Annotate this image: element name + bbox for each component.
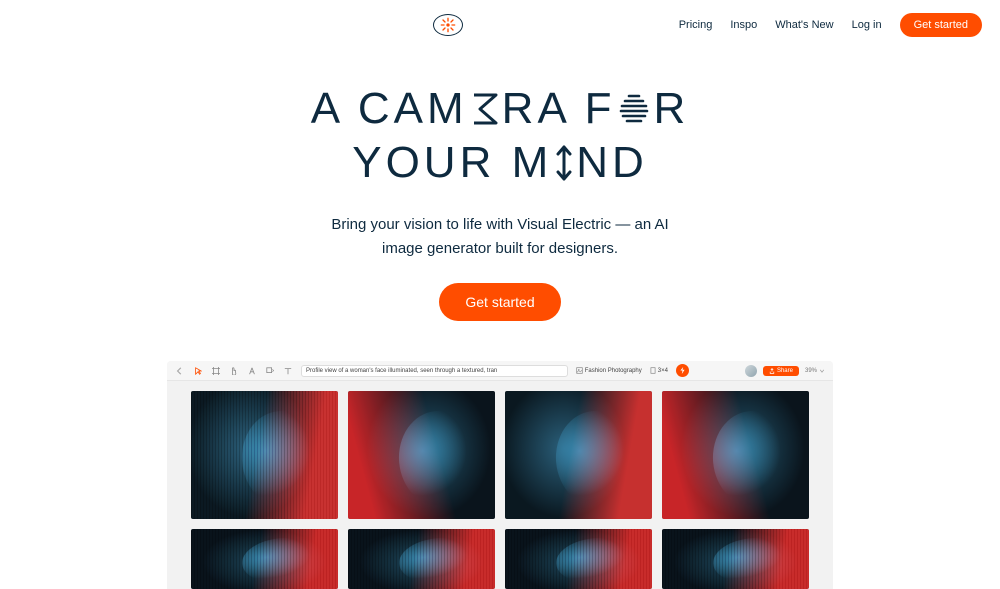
generated-image[interactable] [662, 391, 809, 519]
ratio-tag[interactable]: 3×4 [650, 367, 668, 374]
subtitle-line: Bring your vision to life with Visual El… [0, 213, 1000, 237]
nav-login[interactable]: Log in [852, 19, 882, 31]
sigma-glyph-icon [470, 91, 500, 127]
generated-image[interactable] [505, 529, 652, 589]
hero-title-line-1: A CAM RA F R [311, 82, 690, 136]
ratio-label: 3×4 [658, 368, 668, 374]
generated-image[interactable] [662, 529, 809, 589]
title-seg: R [653, 82, 689, 136]
site-header: Pricing Inspo What's New Log in Get star… [0, 0, 1000, 40]
brand-logo[interactable] [433, 14, 463, 36]
title-seg: ND [576, 136, 648, 190]
nav-whatsnew[interactable]: What's New [775, 19, 833, 31]
subtitle-line: image generator built for designers. [0, 237, 1000, 261]
prompt-text: Profile view of a woman's face illuminat… [306, 368, 497, 374]
title-seg: YOUR M [352, 136, 552, 190]
image-icon [576, 367, 583, 374]
prompt-input[interactable]: Profile view of a woman's face illuminat… [301, 365, 568, 377]
hero-title-line-2: YOUR M ND [352, 136, 648, 190]
header-cta-button[interactable]: Get started [900, 13, 982, 37]
nav-inspo[interactable]: Inspo [730, 19, 757, 31]
chevron-down-icon [819, 368, 825, 374]
image-grid [167, 381, 833, 519]
hero-title: A CAM RA F R YOUR M ND [0, 82, 1000, 189]
hero: A CAM RA F R YOUR M ND [0, 82, 1000, 321]
share-icon [769, 368, 775, 374]
user-avatar[interactable] [745, 365, 757, 377]
toolbar-left-tools [175, 366, 293, 376]
generated-image[interactable] [191, 391, 338, 519]
shape-icon[interactable] [265, 366, 275, 376]
zoom-value: 39% [805, 368, 817, 374]
generated-image[interactable] [191, 529, 338, 589]
title-seg: RA F [502, 82, 616, 136]
updown-arrow-glyph-icon [554, 144, 574, 182]
header-nav: Pricing Inspo What's New Log in Get star… [679, 13, 982, 37]
style-tag[interactable]: Fashion Photography [576, 367, 642, 374]
generated-image[interactable] [348, 391, 495, 519]
text-icon[interactable] [247, 366, 257, 376]
zoom-control[interactable]: 39% [805, 368, 825, 374]
bolt-icon [679, 367, 686, 374]
back-icon[interactable] [175, 366, 185, 376]
generated-image[interactable] [348, 529, 495, 589]
image-grid-row-2 [167, 529, 833, 589]
type-icon[interactable] [283, 366, 293, 376]
share-label: Share [777, 368, 793, 374]
frame-icon[interactable] [211, 366, 221, 376]
nav-pricing[interactable]: Pricing [679, 19, 713, 31]
title-seg: A CAM [311, 82, 468, 136]
striped-o-glyph-icon [617, 92, 651, 126]
sunburst-icon [440, 17, 456, 33]
generate-button[interactable] [676, 364, 689, 377]
generated-image[interactable] [505, 391, 652, 519]
hero-cta-button[interactable]: Get started [439, 283, 560, 321]
toolbar-right: Share 39% [745, 365, 825, 377]
app-preview: Profile view of a woman's face illuminat… [167, 361, 833, 589]
logo-wrap [218, 14, 679, 36]
hand-icon[interactable] [229, 366, 239, 376]
app-toolbar: Profile view of a woman's face illuminat… [167, 361, 833, 381]
share-button[interactable]: Share [763, 366, 799, 376]
hero-subtitle: Bring your vision to life with Visual El… [0, 213, 1000, 261]
pointer-icon[interactable] [193, 366, 203, 376]
ratio-icon [650, 367, 656, 374]
style-label: Fashion Photography [585, 368, 642, 374]
